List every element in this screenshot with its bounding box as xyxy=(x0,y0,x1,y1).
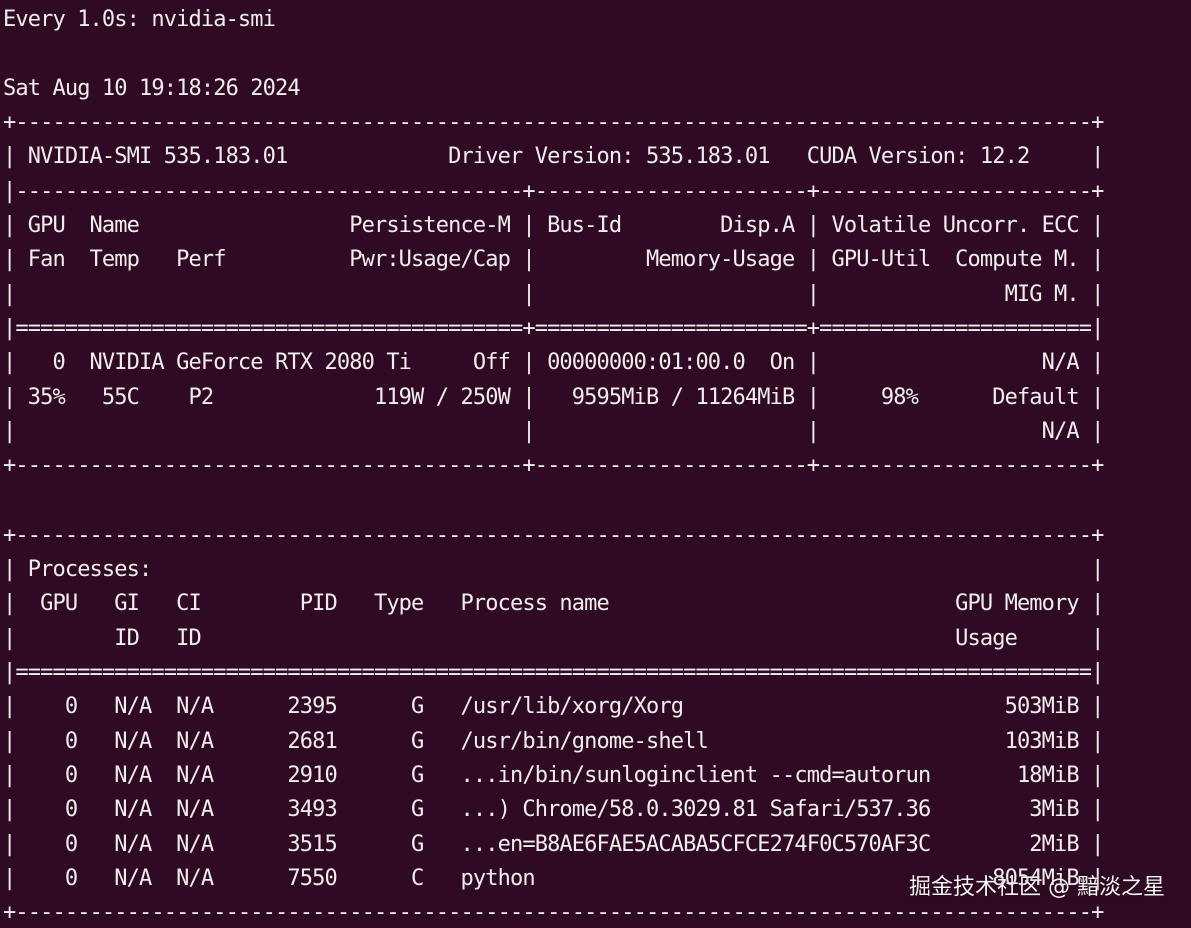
terminal-line-7: | GPU Name Persistence-M | Bus-Id Disp.A… xyxy=(3,213,1104,238)
terminal-line-18: | Processes: | xyxy=(3,557,1104,582)
terminal-line-11: | 0 NVIDIA GeForce RTX 2080 Ti Off | 000… xyxy=(3,350,1104,375)
terminal-line-13: | | | N/A | xyxy=(3,419,1104,444)
terminal-line-6: |---------------------------------------… xyxy=(3,179,1104,204)
terminal-line-14: +---------------------------------------… xyxy=(3,453,1104,478)
terminal-line-20: | ID ID Usage | xyxy=(3,626,1104,651)
terminal-line-26: | 0 N/A N/A 3515 G ...en=B8AE6FAE5ACABA5… xyxy=(3,832,1104,857)
terminal-line-22: | 0 N/A N/A 2395 G /usr/lib/xorg/Xorg 50… xyxy=(3,694,1104,719)
terminal-line-19: | GPU GI CI PID Type Process name GPU Me… xyxy=(3,591,1104,616)
terminal-line-1: Every 1.0s: nvidia-smi xyxy=(3,7,276,32)
watermark-text: 掘金技术社区 @ 黯淡之星 xyxy=(909,875,1165,900)
terminal-line-9: | | | MIG M. | xyxy=(3,282,1104,307)
terminal-window[interactable]: Every 1.0s: nvidia-smi Sat Aug 10 19:18:… xyxy=(0,0,1191,928)
terminal-line-23: | 0 N/A N/A 2681 G /usr/bin/gnome-shell … xyxy=(3,729,1104,754)
terminal-line-17: +---------------------------------------… xyxy=(3,523,1104,548)
terminal-line-3: Sat Aug 10 19:18:26 2024 xyxy=(3,76,301,101)
terminal-line-8: | Fan Temp Perf Pwr:Usage/Cap | Memory-U… xyxy=(3,247,1104,272)
terminal-line-21: |=======================================… xyxy=(3,660,1104,685)
terminal-line-25: | 0 N/A N/A 3493 G ...) Chrome/58.0.3029… xyxy=(3,797,1104,822)
terminal-line-5: | NVIDIA-SMI 535.183.01 Driver Version: … xyxy=(3,144,1104,169)
terminal-line-4: +---------------------------------------… xyxy=(3,110,1104,135)
terminal-line-12: | 35% 55C P2 119W / 250W | 9595MiB / 112… xyxy=(3,385,1104,410)
terminal-line-10: |=======================================… xyxy=(3,316,1104,341)
terminal-line-24: | 0 N/A N/A 2910 G ...in/bin/sunlogincli… xyxy=(3,763,1104,788)
